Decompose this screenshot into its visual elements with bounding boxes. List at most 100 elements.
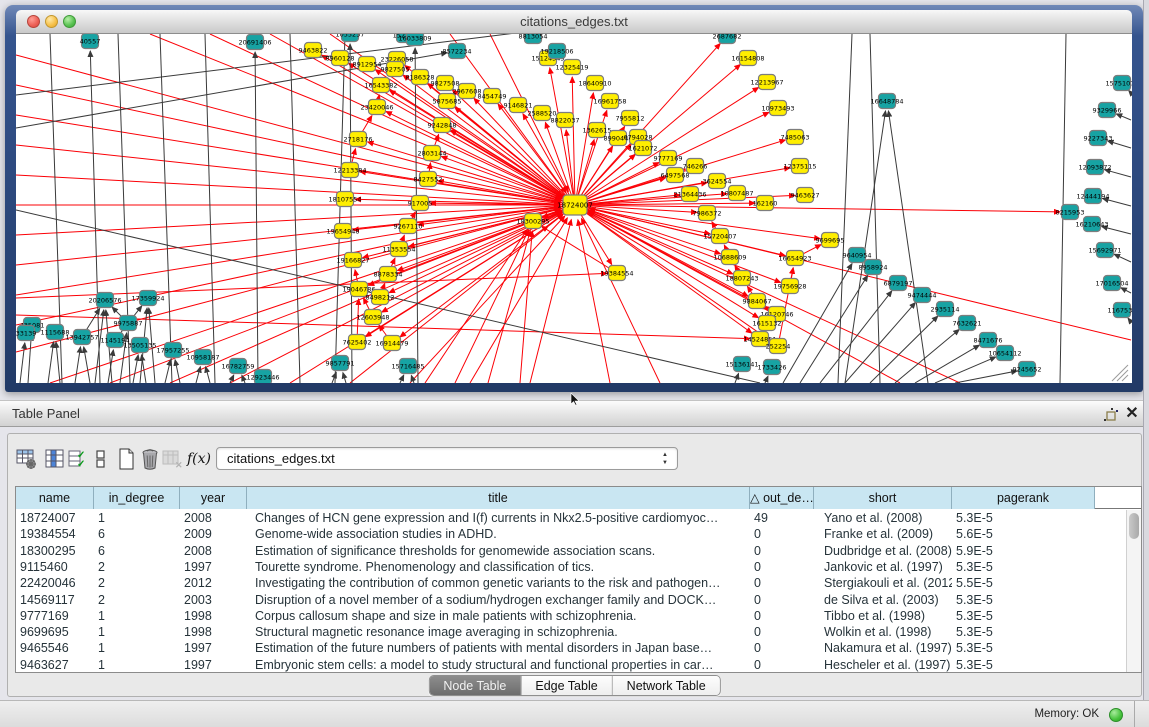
table-cell[interactable]: 5.9E-5 [956,543,1095,559]
table-cell[interactable]: 0 [754,526,814,542]
network-edge[interactable] [955,371,1017,383]
table-cell[interactable]: Tibbo et al. (1998) [824,608,952,624]
table-cell[interactable]: 18300295 [20,543,94,559]
close-icon[interactable]: ✕ [1123,404,1141,424]
table-cell[interactable]: 9699695 [20,624,94,640]
network-edge[interactable] [765,376,768,383]
table-cell[interactable]: 5.3E-5 [956,510,1095,526]
table-cell[interactable]: 1 [98,624,180,640]
network-edge[interactable] [206,367,210,383]
table-selector-dropdown[interactable]: citations_edges.txt ▲▼ [216,447,678,470]
network-edge[interactable] [343,373,346,383]
table-cell[interactable]: 1 [98,510,180,526]
tab-node-table[interactable]: Node Table [429,676,521,696]
network-edge[interactable] [56,342,60,383]
network-edge[interactable] [75,347,80,383]
table-cell[interactable]: 0 [754,608,814,624]
network-edge[interactable] [142,355,146,383]
table-row[interactable]: 1830029562008Estimation of significance … [16,543,1126,559]
table-body[interactable]: 1872400712008Changes of HCN gene express… [16,510,1126,672]
table-cell[interactable]: Yano et al. (2008) [824,510,952,526]
network-edge[interactable] [20,343,25,383]
network-edge[interactable] [160,34,172,383]
network-edge[interactable] [870,316,938,383]
table-cell[interactable]: 5.3E-5 [956,624,1095,640]
network-edge[interactable] [400,375,404,383]
network-edge[interactable] [290,34,300,383]
column-header-title[interactable]: title [247,487,750,509]
table-cell[interactable]: 2 [98,592,180,608]
table-cell[interactable]: 49 [754,510,814,526]
table-cell[interactable]: 5.3E-5 [956,559,1095,575]
network-edge[interactable] [800,275,868,383]
table-cell[interactable]: 2003 [184,592,247,608]
table-settings-icon[interactable] [16,448,38,470]
table-cell[interactable]: 2008 [184,510,247,526]
table-cell[interactable]: Estimation of the future numbers of pati… [255,640,750,656]
column-header-short[interactable]: short [814,487,952,509]
network-edge[interactable] [108,350,113,383]
select-all-check-icon[interactable]: ✓ ✓ [68,448,90,470]
table-cell[interactable]: 6 [98,543,180,559]
network-edge[interactable] [1116,114,1131,120]
tab-edge-table[interactable]: Edge Table [521,676,612,696]
table-row[interactable]: 911546021997 Tourette syndrome. Phenomeno… [16,559,1126,575]
table-row[interactable]: 1872400712008 Changes of HCN gene express… [16,510,1126,526]
network-edge[interactable] [870,34,880,383]
table-cell[interactable]: 14569117 [20,592,94,608]
table-row[interactable]: 977716911998Corpus callosum shape and si… [16,608,1126,624]
table-cell[interactable]: 2 [98,559,180,575]
table-cell[interactable]: 2012 [184,575,247,591]
table-cell[interactable]: 18724007 [20,510,94,526]
table-cell[interactable]: Wolkin et al. (1998) [824,624,952,640]
network-edge[interactable] [410,216,565,383]
table-cell[interactable]: 9115460 [20,559,94,575]
table-cell[interactable]: Hescheler et al. (1997) [824,657,952,672]
table-cell[interactable]: 1 [98,640,180,656]
column-header-pagerank[interactable]: pagerank [952,487,1095,509]
table-cell[interactable]: 0 [754,657,814,672]
resize-grip-icon[interactable] [1122,375,1128,381]
function-builder-icon[interactable]: f(x) [187,448,213,470]
table-cell[interactable]: 5.3E-5 [956,592,1095,608]
network-edge[interactable] [589,211,960,383]
table-cell[interactable]: Genome-wide association studies in ADHD. [255,526,750,542]
table-cell[interactable]: Corpus callosum shape and size in male p… [255,608,750,624]
table-cell[interactable]: 9465546 [20,640,94,656]
table-cell[interactable]: 1 [98,608,180,624]
table-cell[interactable]: 0 [754,543,814,559]
network-edge[interactable] [48,342,54,383]
table-cell[interactable]: Jankovic et al. (1997) [824,559,952,575]
table-cell[interactable]: 2009 [184,526,247,542]
table-cell[interactable]: 1997 [184,657,247,672]
delete-column-trash-icon[interactable] [139,448,161,470]
network-edge[interactable] [520,231,532,383]
table-cell[interactable]: 0 [754,624,814,640]
table-row[interactable]: 946362711997Embryonic stem cells: a mode… [16,657,1126,672]
table-cell[interactable]: 1 [98,657,180,672]
table-row[interactable]: 1938455462009 Genome-wide association stu… [16,526,1126,542]
table-cell[interactable]: 1998 [184,624,247,640]
network-edge[interactable] [205,34,215,383]
column-visibility-icon[interactable] [44,448,66,470]
table-cell[interactable]: 0 [754,592,814,608]
table-cell[interactable]: Nakamura et al. (1997) [824,640,952,656]
network-canvas[interactable]: 1872400718300295946382289601288912954232… [16,34,1132,383]
table-cell[interactable]: 1997 [184,640,247,656]
network-edge[interactable] [935,357,996,383]
network-edge[interactable] [350,44,352,383]
table-cell[interactable]: 1997 [184,559,247,575]
table-cell[interactable]: 6 [98,526,180,542]
table-cell[interactable]: Dudbridge et al. (2008) [824,543,952,559]
network-edge[interactable] [84,347,90,383]
network-edge[interactable] [575,205,1060,212]
network-edge[interactable] [335,34,345,383]
network-edge[interactable] [196,367,200,383]
table-cell[interactable]: 19384554 [20,526,94,542]
table-cell[interactable]: 0 [754,575,814,591]
table-cell[interactable]: Changes of HCN gene expression and I(f) … [255,510,750,526]
table-cell[interactable]: Stergiakouli et al. (2012) [824,575,952,591]
network-edge[interactable] [542,226,617,273]
table-cell[interactable]: 5.5E-5 [956,575,1095,591]
table-cell[interactable]: Tourette syndrome. Phenomenology and cla… [255,559,750,575]
